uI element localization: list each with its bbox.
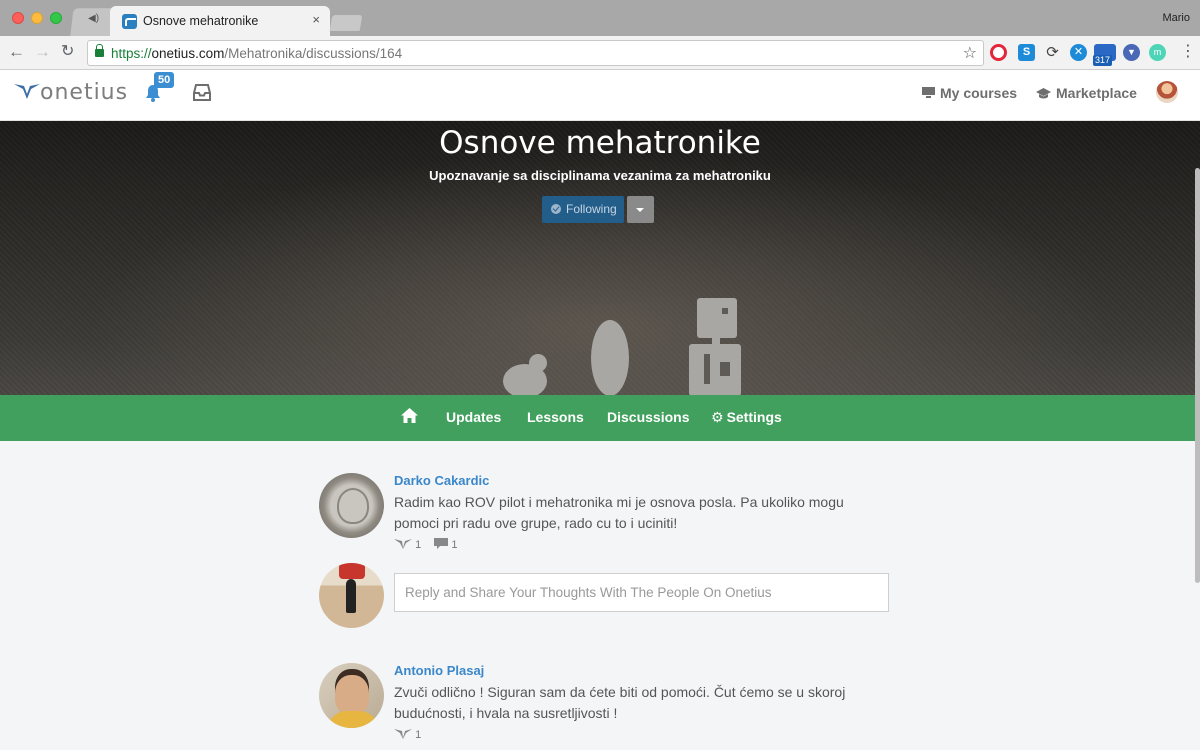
- post-author-link[interactable]: Darko Cakardic: [394, 473, 489, 488]
- user-avatar[interactable]: [1156, 81, 1178, 103]
- s-extension-icon[interactable]: S: [1018, 44, 1035, 61]
- post-text: Zvuči odlično ! Siguran sam da ćete biti…: [394, 684, 846, 721]
- avatar[interactable]: [319, 663, 384, 728]
- marketplace-link[interactable]: Marketplace: [1036, 85, 1137, 101]
- m-extension-icon[interactable]: m: [1149, 44, 1166, 61]
- tab-settings[interactable]: ⚙ Settings: [711, 409, 782, 426]
- like-bird-icon[interactable]: [394, 538, 412, 549]
- pocket-extension-icon[interactable]: ▼: [1123, 44, 1140, 61]
- tab-title: Osnove mehatronike: [143, 14, 259, 28]
- notifications-badge: 50: [154, 72, 175, 88]
- gear-icon: ⚙: [711, 409, 724, 425]
- speaker-icon: ◀): [88, 13, 100, 24]
- tab-discussions[interactable]: Discussions: [607, 409, 689, 425]
- logo-text: onetius: [40, 80, 129, 105]
- marketplace-label: Marketplace: [1056, 85, 1137, 101]
- comment-count: 1: [451, 539, 458, 552]
- browser-profile-name[interactable]: Mario: [1162, 12, 1190, 24]
- address-bar[interactable]: https://onetius.com/Mehatronika/discussi…: [87, 40, 984, 66]
- monitor-icon: [922, 87, 935, 98]
- close-window-button[interactable]: [12, 12, 24, 24]
- post-author-link[interactable]: Antonio Plasaj: [394, 663, 484, 678]
- like-count: 1: [415, 729, 422, 742]
- reload-icon[interactable]: ↻: [61, 42, 74, 62]
- reply-input[interactable]: Reply and Share Your Thoughts With The P…: [394, 573, 889, 612]
- following-label: Following: [566, 202, 617, 216]
- extension-badge-count: 317: [1093, 55, 1113, 66]
- browser-toolbar: ← → ↻ https://onetius.com/Mehatronika/di…: [0, 36, 1200, 70]
- avatar[interactable]: [319, 473, 384, 538]
- like-bird-icon[interactable]: [394, 728, 412, 739]
- lock-icon: [95, 44, 104, 57]
- back-arrow-icon[interactable]: ←: [8, 42, 25, 62]
- course-title: Osnove mehatronike: [439, 125, 761, 161]
- follow-options-dropdown[interactable]: [627, 196, 654, 223]
- blue-extension-icon[interactable]: ✕: [1070, 44, 1087, 61]
- onetius-favicon-icon: [122, 14, 137, 29]
- new-tab-button[interactable]: [329, 15, 363, 31]
- tab-settings-label: Settings: [726, 409, 782, 425]
- bookmark-star-icon[interactable]: ☆: [963, 43, 977, 63]
- graduation-cap-icon: [1036, 88, 1051, 99]
- browser-menu-icon[interactable]: ⋮: [1180, 42, 1196, 62]
- my-courses-label: My courses: [940, 85, 1018, 101]
- zoom-window-button[interactable]: [50, 12, 62, 24]
- course-navigation: Updates Lessons Discussions ⚙ Settings: [0, 395, 1200, 441]
- post-meta: 1: [394, 728, 421, 741]
- tab-updates[interactable]: Updates: [446, 409, 501, 425]
- active-tab[interactable]: Osnove mehatronike ×: [110, 6, 330, 36]
- course-subtitle: Upoznavanje sa disciplinama vezanima za …: [429, 168, 771, 183]
- site-header: onetius 50 My courses Marketplace: [0, 70, 1200, 121]
- course-hero-banner: Osnove mehatronike Upoznavanje sa discip…: [0, 121, 1200, 395]
- tab-close-icon[interactable]: ×: [312, 12, 320, 27]
- current-user-avatar: [319, 563, 384, 628]
- like-count: 1: [415, 539, 422, 552]
- bird-logo-icon: [14, 84, 40, 99]
- inbox-icon[interactable]: [193, 84, 211, 101]
- tab-lessons[interactable]: Lessons: [527, 409, 584, 425]
- my-courses-link[interactable]: My courses: [922, 85, 1017, 101]
- url-text[interactable]: https://onetius.com/Mehatronika/discussi…: [111, 46, 402, 61]
- check-circle-icon: [551, 204, 561, 214]
- post-text: Radim kao ROV pilot i mehatronika mi je …: [394, 494, 844, 531]
- forward-arrow-icon[interactable]: →: [34, 42, 51, 62]
- opera-extension-icon[interactable]: [990, 44, 1007, 61]
- following-button[interactable]: Following: [542, 196, 624, 223]
- minimize-window-button[interactable]: [31, 12, 43, 24]
- post-meta: 1 1: [394, 538, 457, 551]
- home-icon[interactable]: [401, 408, 418, 423]
- sync-extension-icon[interactable]: ⟳: [1044, 44, 1061, 61]
- page-scrollbar[interactable]: [1195, 168, 1200, 583]
- comment-icon[interactable]: [434, 538, 449, 549]
- browser-tab-bar: ◀) Osnove mehatronike × Mario: [0, 0, 1200, 37]
- evolution-illustration: [503, 298, 741, 395]
